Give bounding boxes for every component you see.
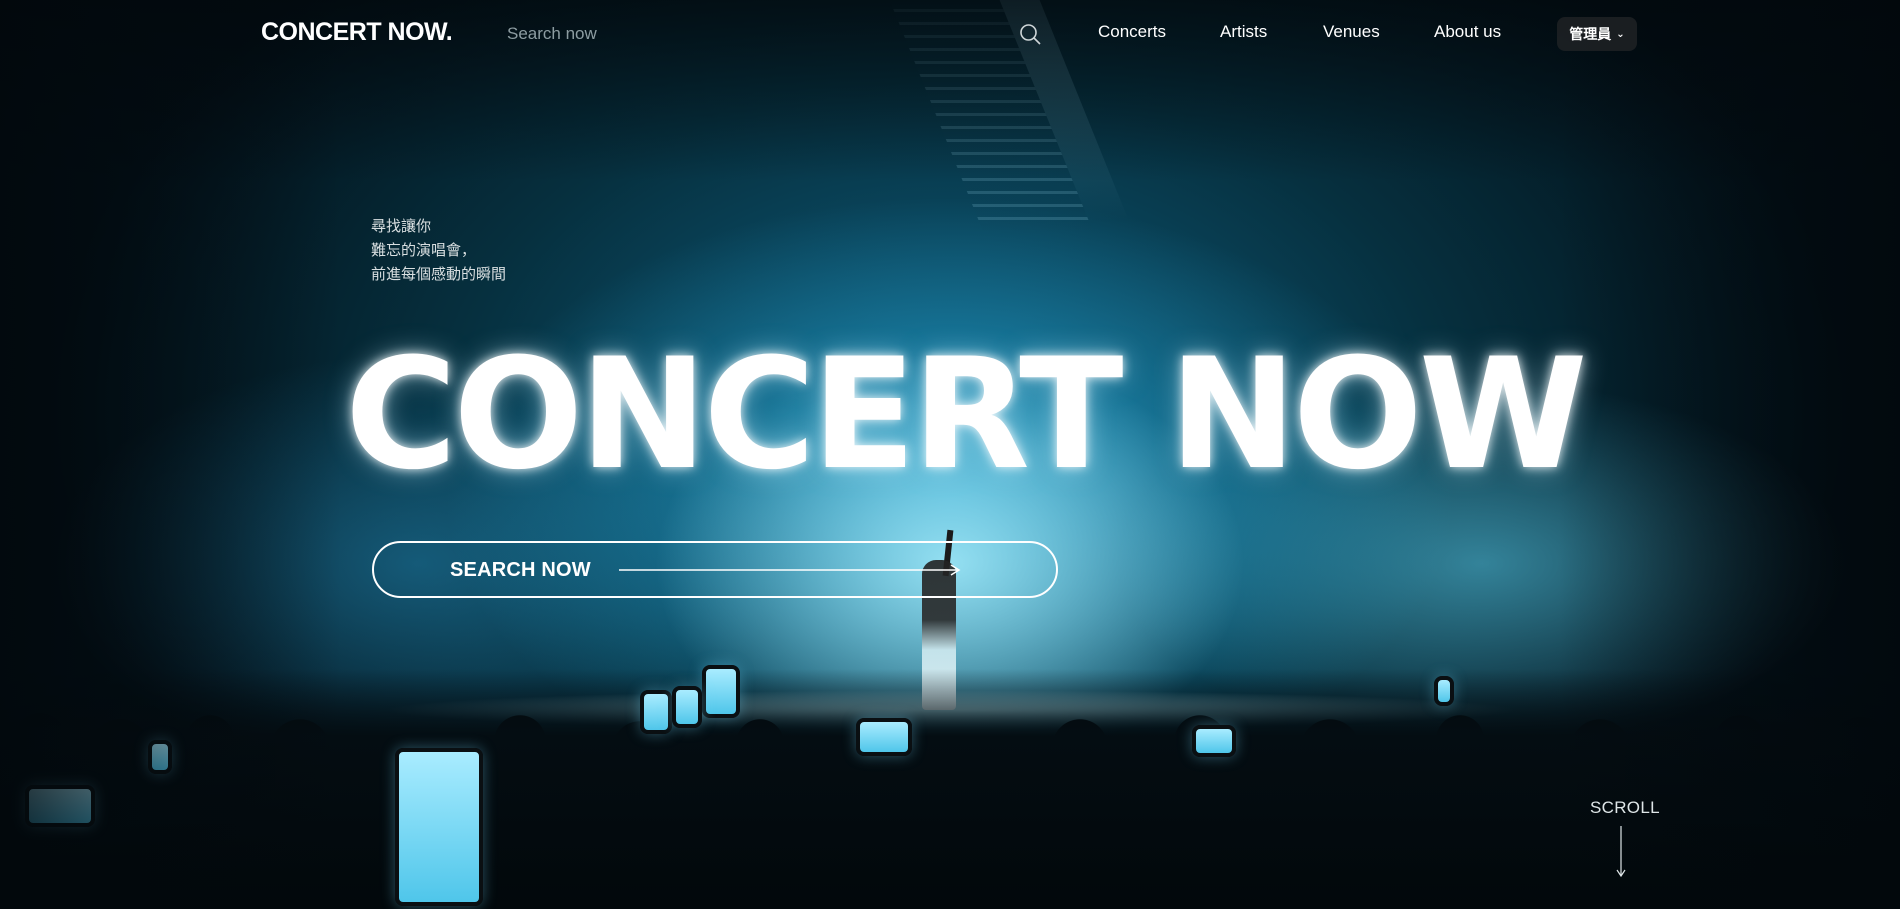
tagline-line: 前進每個感動的瞬間	[371, 265, 507, 283]
nav-link-concerts[interactable]: Concerts	[1098, 22, 1166, 42]
admin-menu-button[interactable]: 管理員 ⌄	[1557, 17, 1637, 51]
search-icon[interactable]	[1018, 22, 1042, 46]
tagline-line: 難忘的演唱會，	[371, 241, 477, 259]
nav-link-artists[interactable]: Artists	[1220, 22, 1267, 42]
hero-tagline: 尋找讓你 難忘的演唱會， 前進每個感動的瞬間	[371, 214, 506, 286]
search-now-label: SEARCH NOW	[450, 559, 591, 581]
hero-title: CONCERT NOW	[345, 326, 1588, 504]
arrow-right-icon	[619, 564, 961, 576]
chevron-down-icon: ⌄	[1616, 28, 1625, 40]
arrow-down-icon	[1616, 826, 1626, 878]
tagline-line: 尋找讓你	[371, 217, 432, 235]
site-logo[interactable]: CONCERT NOW.	[261, 18, 453, 47]
scroll-indicator[interactable]: SCROLL	[1590, 798, 1660, 878]
top-navigation: CONCERT NOW. Concerts Artists Venues Abo…	[0, 0, 1900, 68]
nav-link-about-us[interactable]: About us	[1434, 22, 1501, 42]
search-input[interactable]	[507, 20, 907, 48]
search-now-button[interactable]: SEARCH NOW	[372, 541, 1058, 598]
scroll-label: SCROLL	[1590, 798, 1660, 817]
nav-link-venues[interactable]: Venues	[1323, 22, 1380, 42]
admin-menu-label: 管理員	[1569, 26, 1612, 42]
